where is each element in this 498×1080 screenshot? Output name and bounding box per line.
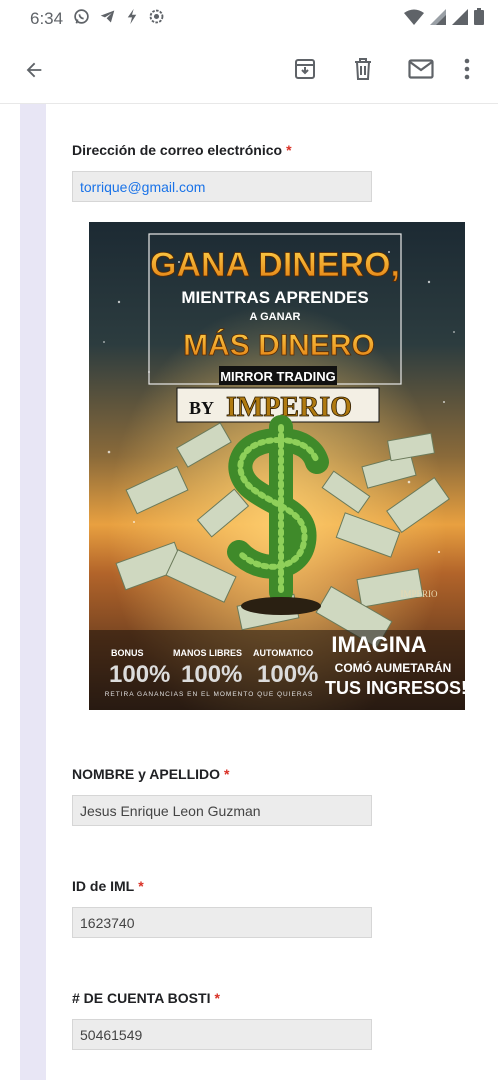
iml-id-label-text: ID de IML <box>72 878 135 894</box>
required-mark: * <box>224 766 230 782</box>
poster-title-line4: MÁS DINERO <box>183 328 375 362</box>
form-accent-rail <box>20 104 46 1080</box>
stat-label-3: AUTOMATICO <box>253 648 313 658</box>
poster-brand-by: BY <box>189 398 214 418</box>
full-name-field[interactable]: Jesus Enrique Leon Guzman <box>72 795 372 826</box>
delete-icon <box>352 57 374 86</box>
bosti-account-label: # DE CUENTA BOSTI * <box>72 990 220 1006</box>
poster-title-line1: GANA DINERO, <box>150 246 400 284</box>
stat-label-1: BONUS <box>111 648 144 658</box>
poster-cta-line2: COMÓ AUMETARÁN <box>335 660 452 675</box>
status-time: 6:34 <box>30 9 64 28</box>
back-arrow-icon[interactable] <box>20 56 48 84</box>
stat-label-2: MANOS LIBRES <box>173 648 242 658</box>
email-label: Dirección de correo electrónico * <box>72 142 292 158</box>
poster-banner: MIRROR TRADING <box>220 369 336 384</box>
delete-button[interactable] <box>334 56 392 86</box>
signal-2-icon <box>452 8 468 30</box>
iml-id-field[interactable]: 1623740 <box>72 907 372 938</box>
full-name-label-text: NOMBRE y APELLIDO <box>72 766 221 782</box>
promo-poster-image: GANA DINERO, MIENTRAS APRENDES A GANAR M… <box>89 222 465 710</box>
required-mark: * <box>286 142 292 158</box>
email-field[interactable]: torrique@gmail.com <box>72 171 372 202</box>
poster-cta-line1: IMAGINA <box>331 632 426 657</box>
required-mark: * <box>214 990 220 1006</box>
bosti-account-label-text: # DE CUENTA BOSTI <box>72 990 211 1006</box>
stat-value-1: 100% <box>109 661 170 688</box>
gear-badge-icon <box>148 8 165 30</box>
stat-value-3: 100% <box>257 661 318 688</box>
poster-small-logo: IMPERIO <box>400 589 438 599</box>
poster-footer: RETIRA GANANCIAS EN EL MOMENTO QUE QUIER… <box>105 691 314 698</box>
whatsapp-icon <box>73 8 90 30</box>
status-bar: 6:34 <box>0 0 498 38</box>
form-response: Dirección de correo electrónico * torriqu… <box>46 104 498 1080</box>
bolt-icon <box>125 8 139 30</box>
wifi-icon <box>404 9 424 30</box>
poster-title-line2: MIENTRAS APRENDES <box>181 288 368 307</box>
required-mark: * <box>138 878 144 894</box>
archive-icon <box>293 57 317 86</box>
more-options-button[interactable] <box>450 56 484 86</box>
battery-icon <box>474 8 484 30</box>
mail-button[interactable] <box>392 56 450 86</box>
bosti-account-field[interactable]: 50461549 <box>72 1019 372 1050</box>
more-vert-icon <box>464 58 470 85</box>
telegram-icon <box>99 8 116 30</box>
mail-icon <box>408 58 434 84</box>
full-name-label: NOMBRE y APELLIDO * <box>72 766 230 782</box>
signal-icon <box>430 8 446 30</box>
poster-cta-line3: TUS INGRESOS!! <box>325 678 465 698</box>
stat-value-2: 100% <box>181 661 242 688</box>
archive-button[interactable] <box>276 56 334 86</box>
email-label-text: Dirección de correo electrónico <box>72 142 283 158</box>
poster-title-line3: A GANAR <box>250 311 301 323</box>
iml-id-label: ID de IML * <box>72 878 144 894</box>
app-bar <box>0 38 498 104</box>
